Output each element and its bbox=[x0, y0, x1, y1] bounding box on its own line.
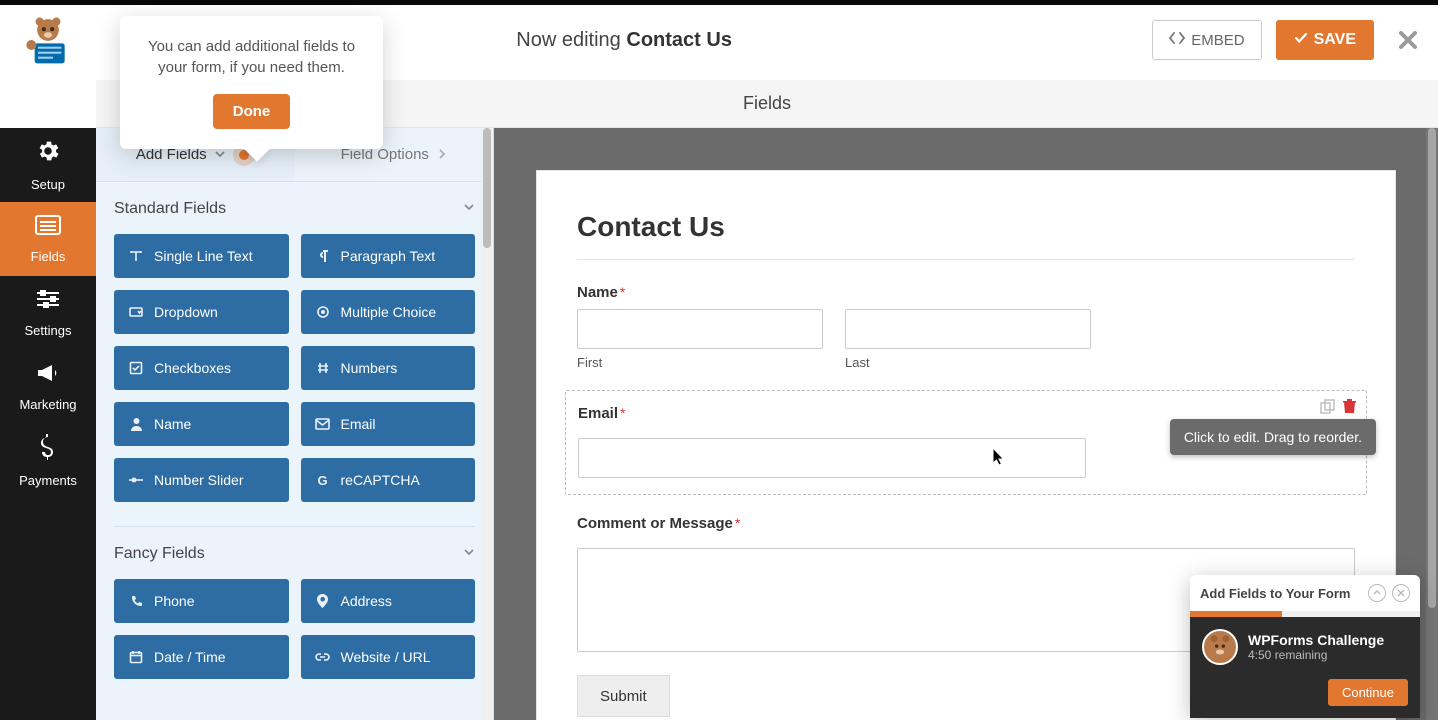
bullhorn-icon bbox=[35, 362, 61, 391]
field-type-button[interactable]: Single Line Text bbox=[114, 234, 289, 278]
field-icon bbox=[128, 595, 144, 608]
challenge-remaining: 4:50 remaining bbox=[1248, 648, 1408, 662]
field-type-button[interactable]: Phone bbox=[114, 579, 289, 623]
field-icon bbox=[128, 305, 144, 319]
tooltip-text: You can add additional fields to your fo… bbox=[144, 36, 359, 78]
fields-panel: Add Fields Field Options Standard Fields… bbox=[96, 128, 494, 720]
field-icon bbox=[128, 417, 144, 431]
field-type-button[interactable]: Email bbox=[301, 402, 476, 446]
field-type-button[interactable]: Name bbox=[114, 402, 289, 446]
drag-tooltip: Click to edit. Drag to reorder. bbox=[1170, 419, 1376, 455]
continue-button[interactable]: Continue bbox=[1328, 679, 1408, 706]
check-icon bbox=[1294, 31, 1308, 50]
main-nav: Setup Fields Settings Marketing Payments bbox=[0, 128, 96, 720]
email-input[interactable] bbox=[578, 438, 1086, 478]
field-icon bbox=[315, 249, 331, 263]
avatar bbox=[1202, 629, 1238, 665]
group-header[interactable]: Standard Fields bbox=[96, 182, 493, 234]
sublabel-first: First bbox=[577, 355, 823, 370]
sliders-icon bbox=[35, 288, 61, 317]
first-name-input[interactable] bbox=[577, 309, 823, 349]
challenge-head-title: Add Fields to Your Form bbox=[1200, 586, 1362, 601]
field-type-button[interactable]: GreCAPTCHA bbox=[301, 458, 476, 502]
field-icon bbox=[128, 474, 144, 486]
embed-button[interactable]: EMBED bbox=[1152, 20, 1261, 60]
nav-marketing[interactable]: Marketing bbox=[0, 350, 96, 424]
field-icon: G bbox=[315, 473, 331, 488]
collapse-icon[interactable] bbox=[1368, 584, 1386, 602]
close-icon[interactable] bbox=[1392, 584, 1410, 602]
nav-setup[interactable]: Setup bbox=[0, 128, 96, 202]
field-type-button[interactable]: Paragraph Text bbox=[301, 234, 476, 278]
close-button[interactable] bbox=[1388, 20, 1428, 60]
field-icon bbox=[315, 418, 331, 430]
challenge-widget: Add Fields to Your Form WPForms Challeng… bbox=[1190, 575, 1420, 718]
list-icon bbox=[34, 214, 62, 243]
nav-fields[interactable]: Fields bbox=[0, 202, 96, 276]
field-icon bbox=[128, 249, 144, 263]
field-type-button[interactable]: Numbers bbox=[301, 346, 476, 390]
trash-icon[interactable] bbox=[1343, 399, 1356, 417]
chevron-right-icon bbox=[437, 146, 447, 163]
field-label: Name bbox=[577, 284, 618, 301]
challenge-title: WPForms Challenge bbox=[1248, 632, 1408, 648]
save-button[interactable]: SAVE bbox=[1276, 20, 1374, 60]
sublabel-last: Last bbox=[845, 355, 1091, 370]
chevron-down-icon bbox=[463, 200, 475, 218]
group-header[interactable]: Fancy Fields bbox=[96, 527, 493, 579]
code-icon bbox=[1169, 31, 1185, 49]
onboarding-tooltip: You can add additional fields to your fo… bbox=[120, 16, 383, 149]
duplicate-icon[interactable] bbox=[1320, 399, 1335, 417]
form-title: Contact Us bbox=[577, 211, 1355, 260]
field-name[interactable]: Name* First Last bbox=[577, 284, 1355, 370]
field-icon bbox=[128, 361, 144, 375]
field-type-button[interactable]: Date / Time bbox=[114, 635, 289, 679]
gear-icon bbox=[35, 138, 61, 171]
field-icon bbox=[315, 651, 331, 663]
nav-settings[interactable]: Settings bbox=[0, 276, 96, 350]
field-icon bbox=[128, 650, 144, 664]
chevron-down-icon bbox=[463, 545, 475, 563]
field-type-button[interactable]: Dropdown bbox=[114, 290, 289, 334]
panel-scrollbar[interactable] bbox=[481, 128, 493, 720]
brand-logo bbox=[0, 0, 96, 80]
field-label: Comment or Message bbox=[577, 515, 733, 532]
field-type-button[interactable]: Number Slider bbox=[114, 458, 289, 502]
field-icon bbox=[315, 305, 331, 319]
last-name-input[interactable] bbox=[845, 309, 1091, 349]
dollar-icon bbox=[40, 434, 56, 467]
nav-payments[interactable]: Payments bbox=[0, 424, 96, 498]
field-type-button[interactable]: Address bbox=[301, 579, 476, 623]
editor-scrollbar[interactable] bbox=[1426, 128, 1438, 720]
field-type-button[interactable]: Checkboxes bbox=[114, 346, 289, 390]
field-type-button[interactable]: Multiple Choice bbox=[301, 290, 476, 334]
field-email[interactable]: Email* Click to edit. Drag bbox=[565, 390, 1367, 495]
field-icon bbox=[315, 361, 331, 375]
field-type-button[interactable]: Website / URL bbox=[301, 635, 476, 679]
field-icon bbox=[315, 594, 331, 608]
submit-button[interactable]: Submit bbox=[577, 675, 670, 717]
tooltip-done-button[interactable]: Done bbox=[213, 94, 291, 129]
field-label: Email bbox=[578, 405, 618, 422]
